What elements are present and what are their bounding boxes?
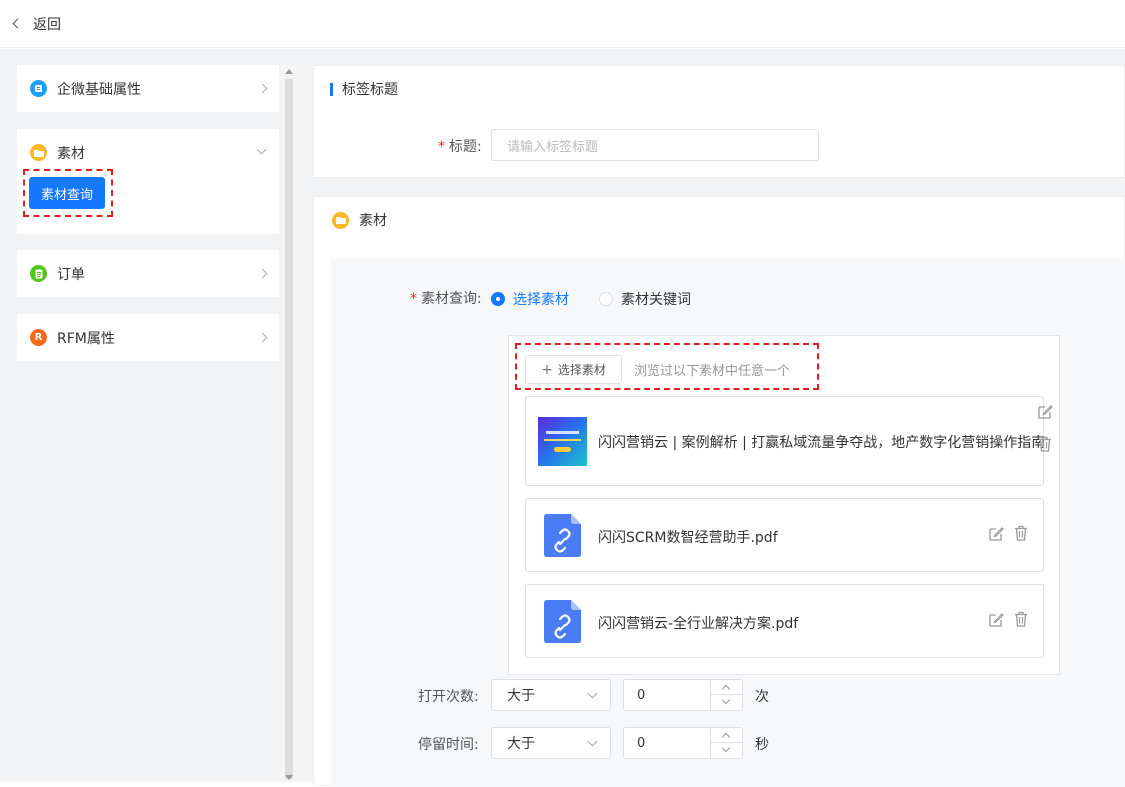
number-stepper[interactable] — [710, 680, 742, 710]
delete-icon[interactable] — [1037, 436, 1053, 452]
sidebar: 企微基础属性 素材 素材查询 订单 R RFM属性 — [0, 49, 297, 782]
increment-icon[interactable] — [721, 684, 731, 694]
material-title: 闪闪营销云 | 案例解析 | 打赢私域流量争夺战，地产数字化营销操作指南 — [598, 435, 1046, 451]
sidebar-item-rfm[interactable]: R RFM属性 — [17, 314, 279, 361]
edit-icon[interactable] — [988, 526, 1004, 542]
material-query-label: * 素材查询: — [410, 291, 482, 307]
material-title: 闪闪营销云-全行业解决方案.pdf — [598, 616, 799, 632]
sidebar-scrollbar[interactable] — [281, 65, 297, 782]
link-file-icon — [544, 514, 581, 557]
material-item[interactable]: 闪闪营销云 | 案例解析 | 打赢私域流量争夺战，地产数字化营销操作指南 — [525, 396, 1046, 486]
section-marker — [330, 82, 333, 96]
building-icon — [30, 80, 47, 97]
decrement-icon[interactable] — [721, 743, 731, 753]
delete-icon[interactable] — [1013, 525, 1029, 541]
open-count-operator-select[interactable]: 大于 — [491, 679, 611, 711]
sidebar-item-material[interactable]: 素材 素材查询 — [17, 129, 279, 234]
material-form: * 素材查询: 选择素材 素材关键词 + 选择素材 浏览过以下素材中任意一个 闪… — [331, 259, 1125, 787]
select-material-button[interactable]: + 选择素材 — [525, 355, 622, 384]
edit-icon[interactable] — [1037, 404, 1053, 420]
top-bar: 返回 — [0, 0, 1125, 48]
sidebar-item-label: 企微基础属性 — [57, 81, 141, 98]
back-chevron-icon[interactable] — [12, 18, 23, 29]
required-mark: * — [438, 139, 445, 155]
back-link[interactable]: 返回 — [33, 14, 61, 34]
number-stepper[interactable] — [710, 728, 742, 758]
section-title: 标签标题 — [342, 82, 398, 98]
sidebar-item-label: 素材 — [57, 145, 85, 162]
delete-icon[interactable] — [1013, 611, 1029, 627]
material-card: 素材 * 素材查询: 选择素材 素材关键词 + 选择素材 浏览过以下素材中任意一个 — [313, 196, 1125, 787]
article-thumbnail — [538, 417, 587, 466]
main-content: 标签标题 *标题: 请输入标签标题 素材 *素材查询: 选择素材 素材关键词 — [297, 49, 1125, 787]
material-title: 闪闪SCRM数智经营助手.pdf — [598, 530, 778, 546]
stay-time-operator-select[interactable]: 大于 — [491, 727, 611, 759]
radio-dot-icon — [491, 292, 505, 306]
plus-icon: + — [541, 361, 553, 378]
stay-time-input[interactable]: 0 — [623, 727, 743, 759]
radio-select-material[interactable]: 选择素材 — [491, 289, 569, 309]
sidebar-item-wecom-attributes[interactable]: 企微基础属性 — [17, 65, 279, 112]
increment-icon[interactable] — [721, 732, 731, 742]
title-card: 标签标题 * 标题: 请输入标签标题 — [313, 65, 1125, 178]
chevron-down-icon — [587, 736, 598, 747]
scroll-down-arrow-icon[interactable] — [285, 775, 293, 780]
letter-r-icon: R — [30, 329, 47, 346]
radio-dot-icon — [599, 292, 613, 306]
chevron-down-icon[interactable] — [256, 144, 267, 155]
sidebar-item-label: 订单 — [57, 266, 85, 283]
select-hint: 浏览过以下素材中任意一个 — [634, 364, 791, 379]
title-field-label: * 标题: — [438, 139, 482, 155]
open-count-label: 打开次数: — [418, 689, 479, 705]
edit-icon[interactable] — [988, 612, 1004, 628]
scrollbar-thumb[interactable] — [285, 79, 293, 779]
sidebar-item-label: RFM属性 — [57, 330, 115, 347]
sidebar-item-order[interactable]: 订单 — [17, 250, 279, 297]
stay-time-label: 停留时间: — [418, 737, 479, 753]
link-file-icon — [544, 600, 581, 643]
material-query-button[interactable]: 素材查询 — [29, 177, 105, 209]
decrement-icon[interactable] — [721, 695, 731, 705]
stay-time-unit: 秒 — [755, 737, 769, 753]
chevron-right-icon — [257, 83, 268, 94]
material-list-box: + 选择素材 浏览过以下素材中任意一个 闪闪营销云 | 案例解析 | 打赢私域流… — [508, 335, 1060, 675]
folder-icon — [332, 211, 349, 229]
material-item[interactable]: 闪闪SCRM数智经营助手.pdf — [525, 498, 1044, 572]
material-item[interactable]: 闪闪营销云-全行业解决方案.pdf — [525, 584, 1044, 658]
open-count-input[interactable]: 0 — [623, 679, 743, 711]
chevron-down-icon — [587, 688, 598, 699]
document-icon — [30, 265, 47, 282]
chevron-right-icon — [257, 268, 268, 279]
radio-material-keyword[interactable]: 素材关键词 — [599, 289, 691, 309]
folder-icon — [30, 144, 47, 161]
open-count-unit: 次 — [755, 689, 769, 705]
chevron-right-icon — [257, 332, 268, 343]
scroll-up-arrow-icon[interactable] — [285, 69, 293, 74]
required-mark: * — [410, 291, 417, 307]
section-title: 素材 — [359, 213, 387, 229]
title-input[interactable]: 请输入标签标题 — [491, 129, 819, 161]
